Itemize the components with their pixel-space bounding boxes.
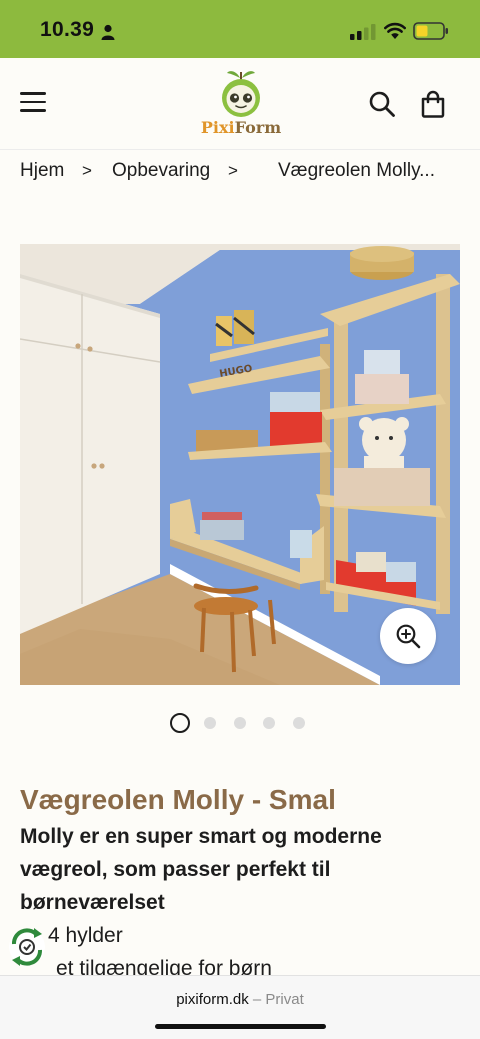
status-bar: 10.39 (0, 0, 480, 58)
breadcrumb-separator: > (228, 161, 238, 180)
menu-button[interactable] (20, 92, 46, 114)
gallery-dot[interactable] (293, 717, 305, 729)
trust-badge[interactable] (6, 922, 48, 968)
signal-icon (350, 24, 376, 40)
pixiform-logo-icon (222, 71, 260, 117)
recycle-badge-icon (9, 928, 45, 966)
search-button[interactable] (368, 90, 396, 118)
breadcrumb-category[interactable]: Opbevaring (112, 160, 210, 182)
zoom-button[interactable] (380, 608, 436, 664)
gallery-dot[interactable] (204, 717, 216, 729)
person-icon (101, 24, 115, 40)
search-icon (369, 91, 395, 117)
site-header: PixiForm (0, 58, 480, 150)
hamburger-icon (20, 92, 46, 95)
url-display: pixiform.dk – Privat (176, 991, 304, 1008)
breadcrumb-current: Vægreolen Molly... (278, 160, 435, 181)
browser-address-bar[interactable]: pixiform.dk – Privat (0, 975, 480, 1039)
zoom-in-icon (396, 624, 421, 649)
gallery-dot[interactable] (234, 717, 246, 729)
feature-item: 4 hylder (48, 924, 123, 947)
gallery-dot[interactable] (263, 717, 275, 729)
breadcrumb-home[interactable]: Hjem (20, 160, 64, 182)
home-indicator[interactable] (155, 1024, 326, 1029)
cart-button[interactable] (420, 90, 446, 118)
product-title: Vægreolen Molly - Smal (20, 784, 336, 815)
status-time: 10.39 (40, 18, 95, 41)
wifi-icon (384, 22, 406, 39)
breadcrumb-separator: > (82, 161, 92, 180)
gallery-dot[interactable] (170, 713, 190, 733)
gallery-pagination (170, 712, 320, 734)
shopping-bag-icon (421, 90, 445, 118)
battery-icon (413, 22, 448, 40)
product-description: Molly er en super smart og moderne vægre… (20, 825, 382, 914)
logo-wordmark: PixiForm (200, 118, 282, 137)
site-logo[interactable]: PixiForm (196, 68, 286, 140)
